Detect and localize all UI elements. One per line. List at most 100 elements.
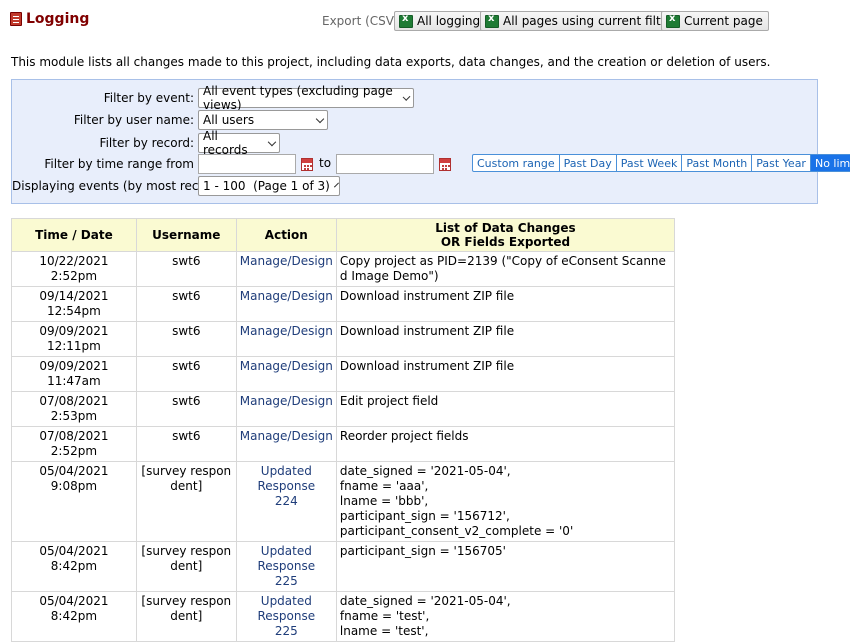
filter-user-select[interactable]: All users xyxy=(198,110,328,130)
row-time: 05/04/2021 9:08pm xyxy=(11,461,137,542)
table-row: 09/09/2021 12:11pm swt6 Manage/Design Downl… xyxy=(11,321,676,357)
time-to-label: to xyxy=(319,156,332,170)
chevron-down-icon xyxy=(315,114,325,123)
row-time: 07/08/2021 2:53pm xyxy=(11,391,137,427)
row-username: [survey respondent] xyxy=(135,591,237,642)
row-action-link[interactable]: Response xyxy=(240,479,333,494)
row-action-link[interactable]: Response xyxy=(240,559,333,574)
row-action-link[interactable]: Response xyxy=(240,609,333,624)
row-action-link[interactable]: Manage/Design xyxy=(240,254,333,269)
filter-event-select[interactable]: All event types (excluding page views) xyxy=(198,84,414,112)
row-changes: Download instrument ZIP file xyxy=(335,321,676,357)
calendar-icon[interactable] xyxy=(439,158,451,171)
row-action-link[interactable]: 224 xyxy=(240,494,333,509)
range-past-day-button[interactable]: Past Day xyxy=(560,155,617,171)
page-title: Logging xyxy=(10,11,89,27)
row-action-link[interactable]: Manage/Design xyxy=(240,394,333,409)
row-action-link[interactable]: Updated xyxy=(240,544,333,559)
row-username: swt6 xyxy=(135,391,237,427)
row-action: Manage/Design xyxy=(235,356,337,392)
range-custom-button[interactable]: Custom range xyxy=(473,155,560,171)
export-current-page-button[interactable]: Current page xyxy=(661,11,769,31)
row-changes: date_signed = '2021-05-04', fname = 'test… xyxy=(335,591,676,642)
row-username: swt6 xyxy=(135,426,237,462)
row-changes: date_signed = '2021-05-04', fname = 'aaa'… xyxy=(335,461,676,542)
row-username: [survey respondent] xyxy=(135,461,237,542)
row-time: 05/04/2021 8:42pm xyxy=(11,541,137,592)
paging-select[interactable]: 1 - 100 (Page 1 of 3) xyxy=(198,176,340,196)
row-change-line: Edit project field xyxy=(339,394,439,408)
row-action-link[interactable]: Manage/Design xyxy=(240,324,333,339)
row-action-link[interactable]: Manage/Design xyxy=(240,359,333,374)
filter-record-value: All records xyxy=(203,129,248,157)
row-change-line: lname = 'test', xyxy=(339,624,429,638)
page-title-text: Logging xyxy=(26,11,90,27)
col-changes-header: List of Data Changes OR Fields Exported xyxy=(335,218,676,252)
row-action: Updated Response 225 xyxy=(235,541,337,592)
filter-user-label: Filter by user name: xyxy=(73,113,194,127)
row-change-line: date_signed = '2021-05-04', xyxy=(339,594,511,608)
range-past-month-button[interactable]: Past Month xyxy=(682,155,753,171)
filter-panel: Filter by event: All event types (exclud… xyxy=(11,79,850,204)
row-change-line: lname = 'bbb', xyxy=(339,494,429,508)
row-action-link[interactable]: 225 xyxy=(240,574,333,589)
col-changes-header-line1: List of Data Changes xyxy=(435,221,576,235)
filter-event-value: All event types (excluding page views) xyxy=(203,84,393,112)
row-change-line: participant_consent_v2_complete = '0' xyxy=(339,524,574,538)
row-username: swt6 xyxy=(135,356,237,392)
table-row: 07/08/2021 2:52pm swt6 Manage/Design Reorde… xyxy=(11,426,676,462)
range-no-limit-button[interactable]: No limit xyxy=(810,155,850,171)
filter-record-label: Filter by record: xyxy=(99,136,194,150)
row-action-link[interactable]: Manage/Design xyxy=(240,289,333,304)
row-action: Updated Response 224 xyxy=(235,461,337,542)
row-change-line: Download instrument ZIP file xyxy=(339,324,515,338)
row-time: 09/09/2021 11:47am xyxy=(11,356,137,392)
row-username: swt6 xyxy=(135,286,237,322)
filter-record-select[interactable]: All records xyxy=(198,129,280,157)
row-action-link[interactable]: Manage/Design xyxy=(240,429,333,444)
export-filtered-label: All pages using current filters xyxy=(503,14,680,28)
col-action-header: Action xyxy=(235,218,337,252)
row-action-link[interactable]: 225 xyxy=(240,624,333,639)
time-from-input[interactable] xyxy=(198,154,296,174)
table-row: 09/14/2021 12:54pm swt6 Manage/Design Downl… xyxy=(11,286,676,322)
col-time-header: Time / Date xyxy=(11,218,137,252)
table-row: 05/04/2021 9:08pm [survey respondent] Upda… xyxy=(11,461,676,542)
paging-value: 1 - 100 (Page 1 of 3) xyxy=(203,179,330,193)
page-header: Logging Export (CSV): All logging All pa… xyxy=(10,10,840,34)
excel-icon xyxy=(666,13,680,28)
row-change-line: fname = 'test', xyxy=(339,609,430,623)
calendar-icon[interactable] xyxy=(301,158,313,171)
filter-event-label: Filter by event: xyxy=(103,91,194,105)
export-current-page-label: Current page xyxy=(684,14,763,28)
range-past-year-button[interactable]: Past Year xyxy=(752,155,811,171)
table-row: 10/22/2021 2:52pm swt6 Manage/Design Copy p… xyxy=(11,251,676,287)
row-change-line: participant_sign = '156705' xyxy=(339,544,506,558)
range-past-week-button[interactable]: Past Week xyxy=(617,155,683,171)
row-change-line: Download instrument ZIP file xyxy=(339,359,515,373)
logging-table-body: 10/22/2021 2:52pm swt6 Manage/Design Copy p… xyxy=(11,251,676,642)
row-changes: Download instrument ZIP file xyxy=(335,286,676,322)
chevron-down-icon xyxy=(267,137,277,146)
row-change-line: Copy project as PID=2139 ("Copy of eCons… xyxy=(339,254,666,283)
row-changes: Copy project as PID=2139 ("Copy of eCons… xyxy=(335,251,676,287)
row-time: 10/22/2021 2:52pm xyxy=(11,251,137,287)
row-username: swt6 xyxy=(135,321,237,357)
row-time: 07/08/2021 2:52pm xyxy=(11,426,137,462)
row-action: Manage/Design xyxy=(235,426,337,462)
row-changes: Reorder project fields xyxy=(335,426,676,462)
row-action: Manage/Design xyxy=(235,391,337,427)
table-row: 05/04/2021 8:42pm [survey respondent] Upda… xyxy=(11,591,676,642)
table-header-row: Time / Date Username Action List of Data… xyxy=(11,218,676,252)
row-username: [survey respondent] xyxy=(135,541,237,592)
filter-time-label: Filter by time range from xyxy=(44,157,194,171)
export-filtered-button[interactable]: All pages using current filters xyxy=(480,11,686,31)
row-action: Manage/Design xyxy=(235,321,337,357)
row-action-link[interactable]: Updated xyxy=(240,464,333,479)
export-all-logging-button[interactable]: All logging xyxy=(394,11,487,31)
export-all-logging-label: All logging xyxy=(417,14,481,28)
chevron-down-icon xyxy=(402,92,411,101)
row-action-link[interactable]: Updated xyxy=(240,594,333,609)
time-to-input[interactable] xyxy=(336,154,434,174)
col-changes-header-line2: OR Fields Exported xyxy=(440,235,571,249)
